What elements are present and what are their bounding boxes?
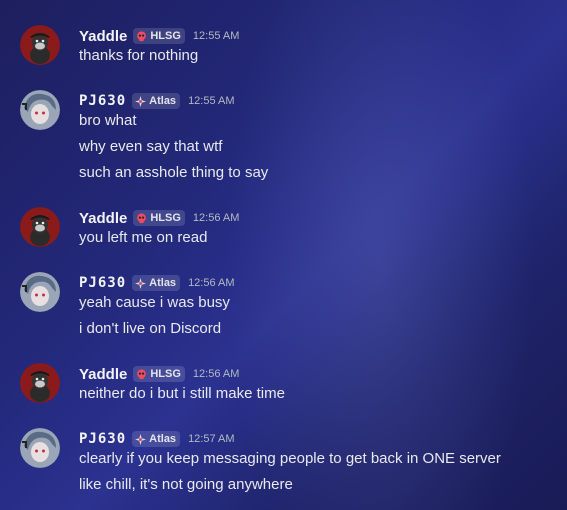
compass-icon — [135, 95, 147, 107]
username[interactable]: PJ630 — [79, 431, 126, 447]
message-text: i don't live on Discord — [79, 320, 222, 337]
tag-label: Atlas — [149, 95, 177, 107]
message-text: clearly if you keep messaging people to … — [79, 450, 501, 467]
guild-tag[interactable]: HLSG — [133, 28, 185, 44]
guild-tag[interactable]: Atlas — [132, 275, 181, 291]
tag-label: HLSG — [150, 30, 181, 42]
username[interactable]: Yaddle — [79, 366, 127, 383]
username[interactable]: Yaddle — [79, 28, 127, 45]
avatar[interactable] — [20, 272, 60, 312]
guild-tag[interactable]: HLSG — [133, 210, 185, 226]
skull-icon — [136, 368, 147, 380]
username[interactable]: Yaddle — [79, 210, 127, 227]
username[interactable]: PJ630 — [79, 275, 126, 291]
timestamp[interactable]: 12:55 AM — [193, 30, 239, 42]
guild-tag[interactable]: Atlas — [132, 93, 181, 109]
message-text: why even say that wtf — [79, 138, 223, 155]
avatar[interactable] — [20, 428, 60, 468]
message-text: thanks for nothing — [79, 47, 199, 64]
avatar[interactable] — [20, 207, 60, 247]
message-text: yeah cause i was busy — [79, 294, 230, 311]
avatar[interactable] — [20, 25, 60, 65]
message-text: you left me on read — [79, 229, 208, 246]
message-text: bro what — [79, 112, 137, 129]
compass-icon — [135, 433, 147, 445]
chat-message-list: Yaddle HLSG 12:55 AM thanks for nothing … — [0, 0, 567, 510]
skull-icon — [136, 30, 147, 42]
tag-label: HLSG — [150, 368, 181, 380]
guild-tag[interactable]: Atlas — [132, 431, 181, 447]
avatar[interactable] — [20, 363, 60, 403]
tag-label: Atlas — [149, 277, 177, 289]
skull-icon — [136, 212, 147, 224]
tag-label: HLSG — [150, 212, 181, 224]
timestamp[interactable]: 12:57 AM — [188, 433, 234, 445]
timestamp[interactable]: 12:56 AM — [193, 368, 239, 380]
guild-tag[interactable]: HLSG — [133, 366, 185, 382]
timestamp[interactable]: 12:55 AM — [188, 95, 234, 107]
avatar[interactable] — [20, 90, 60, 130]
timestamp[interactable]: 12:56 AM — [193, 212, 239, 224]
username[interactable]: PJ630 — [79, 93, 126, 109]
message-text: neither do i but i still make time — [79, 385, 285, 402]
message-text: like chill, it's not going anywhere — [79, 476, 293, 493]
timestamp[interactable]: 12:56 AM — [188, 277, 234, 289]
compass-icon — [135, 277, 147, 289]
tag-label: Atlas — [149, 433, 177, 445]
message-text: such an asshole thing to say — [79, 164, 269, 181]
